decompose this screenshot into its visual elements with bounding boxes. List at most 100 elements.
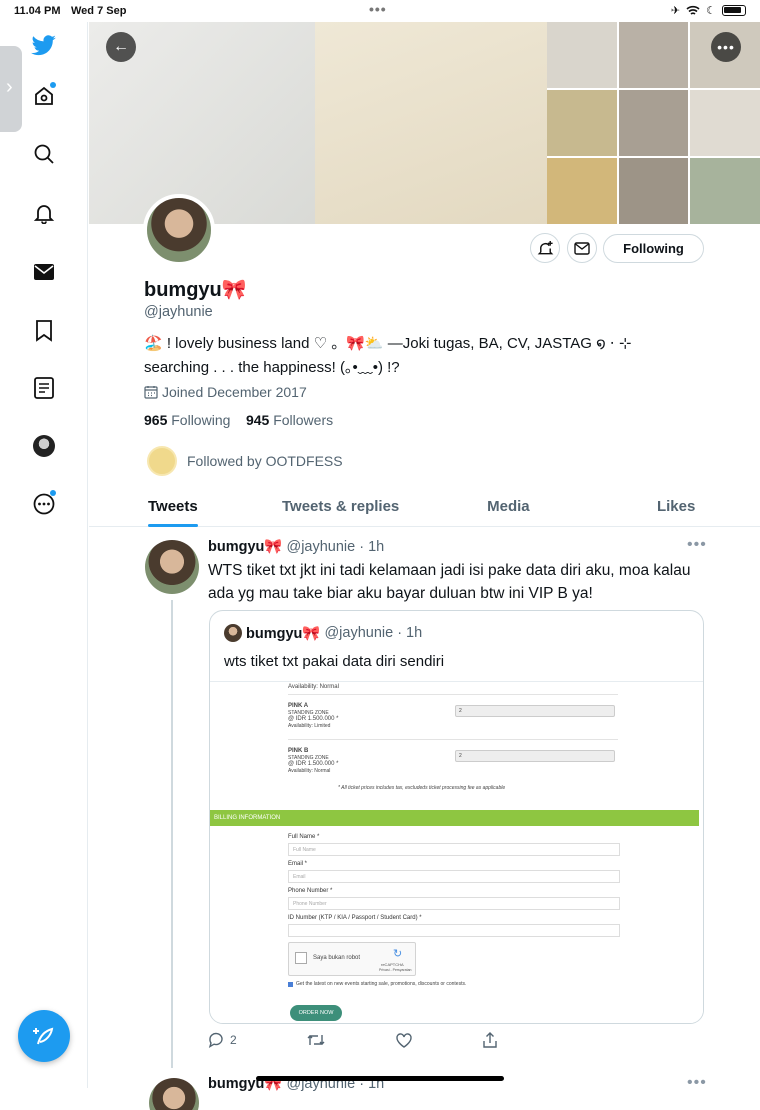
status-indicators: ✈ ☾ [671, 4, 746, 17]
multitask-dots[interactable]: ••• [369, 1, 387, 17]
banner-photo-shirt [315, 22, 547, 224]
profile-avatar[interactable] [143, 194, 215, 266]
profile-main: ← ••• Following bumgyu🎀 @jayhunie 🏖️ ! l… [89, 22, 760, 1110]
home-indicator[interactable] [256, 1076, 504, 1081]
tab-media[interactable]: Media [425, 488, 593, 526]
profile-banner[interactable]: ← ••• [89, 22, 760, 224]
notification-dot [50, 490, 56, 496]
heart-icon [395, 1032, 412, 1048]
home-icon[interactable] [30, 82, 58, 110]
quoted-tweet[interactable]: bumgyu🎀 @jayhunie · 1h wts tiket txt pak… [209, 610, 704, 1024]
calendar-icon [144, 386, 158, 399]
img-captcha-checkbox [295, 952, 307, 964]
status-date: Wed 7 Sep [71, 5, 127, 17]
followed-by[interactable]: Followed by OOTDFESS [147, 446, 343, 476]
bell-icon[interactable] [30, 199, 58, 227]
img-pink-b: PINK B [288, 748, 309, 754]
tweet-more-icon[interactable]: ••• [687, 536, 707, 554]
quote-avatar [224, 624, 242, 642]
img-email-label: Email * [288, 861, 308, 867]
follower-avatar [147, 446, 177, 476]
img-billing-header: BILLING INFORMATION [210, 810, 699, 826]
notification-dot [50, 82, 56, 88]
following-button[interactable]: Following [603, 234, 704, 263]
share-icon [483, 1032, 497, 1048]
quote-author-handle: @jayhunie [324, 625, 394, 641]
img-id-field [288, 924, 620, 937]
retweet-button[interactable] [307, 1033, 325, 1047]
mail-icon[interactable] [30, 258, 58, 286]
sidebar: › [0, 22, 88, 1088]
followers-link[interactable]: 945 Followers [246, 412, 333, 428]
share-button[interactable] [482, 1032, 498, 1048]
compose-tweet-button[interactable] [18, 1010, 70, 1062]
img-email-field: Email [288, 870, 620, 883]
reply-icon [208, 1032, 223, 1048]
img-newsletter-text: Get the latest on new events starting sa… [296, 981, 467, 987]
wifi-icon [686, 5, 700, 15]
back-button[interactable]: ← [106, 32, 136, 62]
quote-image[interactable]: Availability: Normal PINK A STANDING ZON… [210, 681, 703, 1023]
mail-icon [574, 241, 590, 255]
quote-header: bumgyu🎀 @jayhunie · 1h [224, 624, 422, 642]
tab-tweets-replies[interactable]: Tweets & replies [257, 488, 425, 526]
moon-icon: ☾ [706, 5, 716, 17]
tweet-avatar[interactable] [145, 540, 199, 594]
sidebar-handle[interactable]: › [0, 46, 22, 132]
img-divider [288, 694, 618, 695]
profile-tabs: Tweets Tweets & replies Media Likes [89, 488, 760, 527]
thread-line [171, 600, 173, 1068]
search-icon[interactable] [30, 140, 58, 168]
tweet-author-name[interactable]: bumgyu🎀 [208, 539, 282, 555]
img-pink-a-price: @ IDR 1.500.000 * [288, 716, 339, 722]
img-captcha-links: Privasi - Persyaratan [379, 968, 412, 972]
twitter-logo-icon[interactable] [30, 32, 58, 60]
followed-by-text: Followed by OOTDFESS [187, 453, 343, 469]
joined-text: Joined December 2017 [162, 384, 307, 400]
img-pink-b-price: @ IDR 1.500.000 * [288, 761, 339, 767]
next-tweet-more-icon[interactable]: ••• [687, 1074, 707, 1092]
retweet-icon [307, 1035, 325, 1045]
bookmark-icon[interactable] [30, 317, 58, 345]
next-tweet-avatar [149, 1078, 199, 1110]
img-newsletter-checkbox [288, 981, 293, 987]
reply-count: 2 [230, 1033, 237, 1047]
img-qty-value: 2 [459, 753, 462, 759]
img-qty-select: 2 [455, 705, 615, 717]
tweet-actions: 2 [208, 1032, 498, 1048]
tweet-text: WTS tiket txt jkt ini tadi kelamaan jadi… [208, 562, 691, 602]
ellipsis-icon: ••• [717, 39, 735, 55]
bell-plus-icon [537, 240, 553, 254]
more-options-button[interactable]: ••• [711, 32, 741, 62]
feather-plus-icon [33, 1027, 54, 1045]
quote-text: wts tiket txt pakai data diri sendiri [224, 653, 445, 670]
following-label: Following [171, 412, 231, 428]
status-bar: 11.04 PM Wed 7 Sep ••• ✈ ☾ [0, 0, 760, 22]
tab-tweets[interactable]: Tweets [89, 488, 257, 527]
notify-button[interactable] [530, 233, 560, 263]
tweet-author-handle[interactable]: @jayhunie [286, 539, 355, 555]
quote-author-name: bumgyu🎀 [246, 625, 321, 642]
more-circle-icon[interactable] [30, 490, 58, 518]
following-link[interactable]: 965 Following [144, 412, 230, 428]
profile-name: bumgyu🎀 [144, 279, 247, 301]
img-captcha-brand: reCAPTCHA [381, 962, 404, 967]
profile-avatar-icon[interactable] [30, 432, 58, 460]
like-button[interactable] [395, 1032, 412, 1048]
img-pink-a-avail: Availability: Limited [288, 723, 331, 729]
img-fullname-label: Full Name * [288, 834, 320, 840]
img-pink-a: PINK A [288, 703, 309, 709]
img-phone-label: Phone Number * [288, 888, 333, 894]
profile-bio: 🏖️ ! lovely business land ♡ 。🎀⛅ —Joki tu… [144, 332, 704, 380]
profile-handle: @jayhunie [144, 304, 213, 320]
img-captcha-text: Saya bukan robot [313, 955, 361, 961]
tweet-time[interactable]: · 1h [359, 539, 384, 555]
quote-time: · 1h [397, 625, 423, 641]
img-divider [288, 739, 618, 740]
img-qty-value: 2 [459, 708, 462, 714]
tab-likes[interactable]: Likes [592, 488, 760, 526]
lists-icon[interactable] [30, 374, 58, 402]
reply-button[interactable]: 2 [208, 1032, 237, 1048]
message-button[interactable] [567, 233, 597, 263]
bio-line: 🏖️ ! lovely business land ♡ 。🎀⛅ —Joki tu… [144, 335, 632, 352]
